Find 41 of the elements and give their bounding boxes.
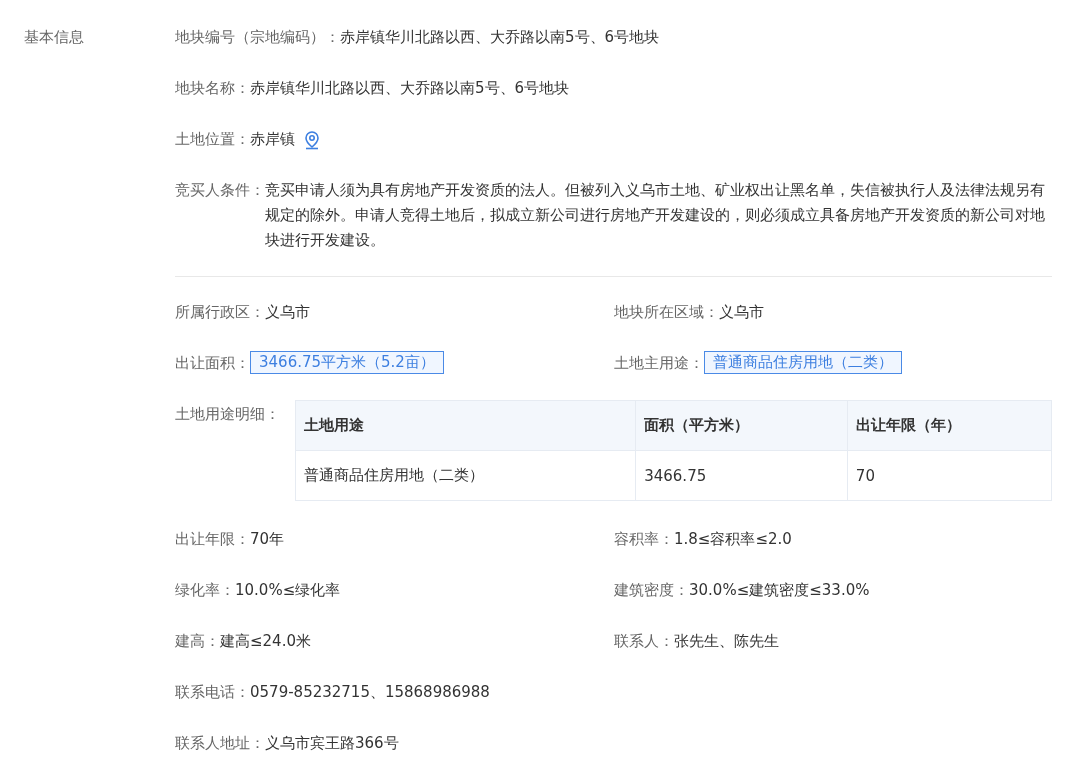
field-value: 义乌市: [265, 302, 310, 323]
field-label: 地块所在区域：: [614, 302, 719, 323]
field-label: 联系人：: [614, 631, 674, 652]
value-tag: 普通商品住房用地（二类）: [704, 351, 902, 374]
field-value: 义乌市: [719, 302, 764, 323]
field-label: 出让面积：: [175, 353, 250, 374]
table-cell: 3466.75: [635, 450, 848, 501]
field-value: 义乌市宾王路366号: [265, 733, 399, 754]
field-value: 张先生、陈先生: [674, 631, 779, 652]
field-value: 70年: [250, 529, 285, 550]
field-label: 地块编号（宗地编码）：: [175, 27, 340, 48]
field-label: 所属行政区：: [175, 302, 265, 323]
field-value: 0579-85232715、15868986988: [250, 682, 490, 703]
map-pin-icon[interactable]: [303, 129, 321, 150]
field-label: 土地主用途：: [614, 353, 704, 374]
field-label: 地块名称：: [175, 78, 250, 99]
field-value: 竞买申请人须为具有房地产开发资质的法人。但被列入义乌市土地、矿业权出让黑名单，失信被执行人及法律法规另有规定的除外。申请人竞得土地后，拟成立新公司进行房地产开发建设的，则必须成立具备房地产开发资质的新公司对地块进行开发建设。: [265, 180, 1046, 251]
field-label: 出让年限：: [175, 529, 250, 550]
field-label: 竞买人条件：: [175, 180, 265, 201]
field-value: 建高≤24.0米: [220, 631, 311, 652]
field-value: 赤岸镇: [250, 129, 295, 150]
field-label: 土地位置：: [175, 129, 250, 150]
field-value: 赤岸镇华川北路以西、大乔路以南5号、6号地块: [340, 27, 660, 48]
field-label: 联系电话：: [175, 682, 250, 703]
value-tag: 3466.75平方米（5.2亩）: [250, 351, 444, 374]
table-cell: 普通商品住房用地（二类）: [295, 450, 636, 501]
field-label: 绿化率：: [175, 580, 235, 601]
field-label: 联系人地址：: [175, 733, 265, 754]
field-label: 容积率：: [614, 529, 674, 550]
field-value: 赤岸镇华川北路以西、大乔路以南5号、6号地块: [250, 78, 570, 99]
column-header: 土地用途: [295, 400, 636, 451]
field-value: 10.0%≤绿化率: [235, 580, 341, 601]
field-value: 1.8≤容积率≤2.0: [674, 529, 792, 550]
field-label: 建高：: [175, 631, 220, 652]
table-cell: 70: [847, 450, 1052, 501]
column-header: 面积（平方米）: [635, 400, 848, 451]
field-label: 建筑密度：: [614, 580, 689, 601]
column-header: 出让年限（年）: [847, 400, 1052, 451]
field-value: 30.0%≤建筑密度≤33.0%: [689, 580, 870, 601]
section-label: 基本信息: [24, 28, 84, 46]
field-label: 土地用途明细：: [175, 404, 281, 425]
